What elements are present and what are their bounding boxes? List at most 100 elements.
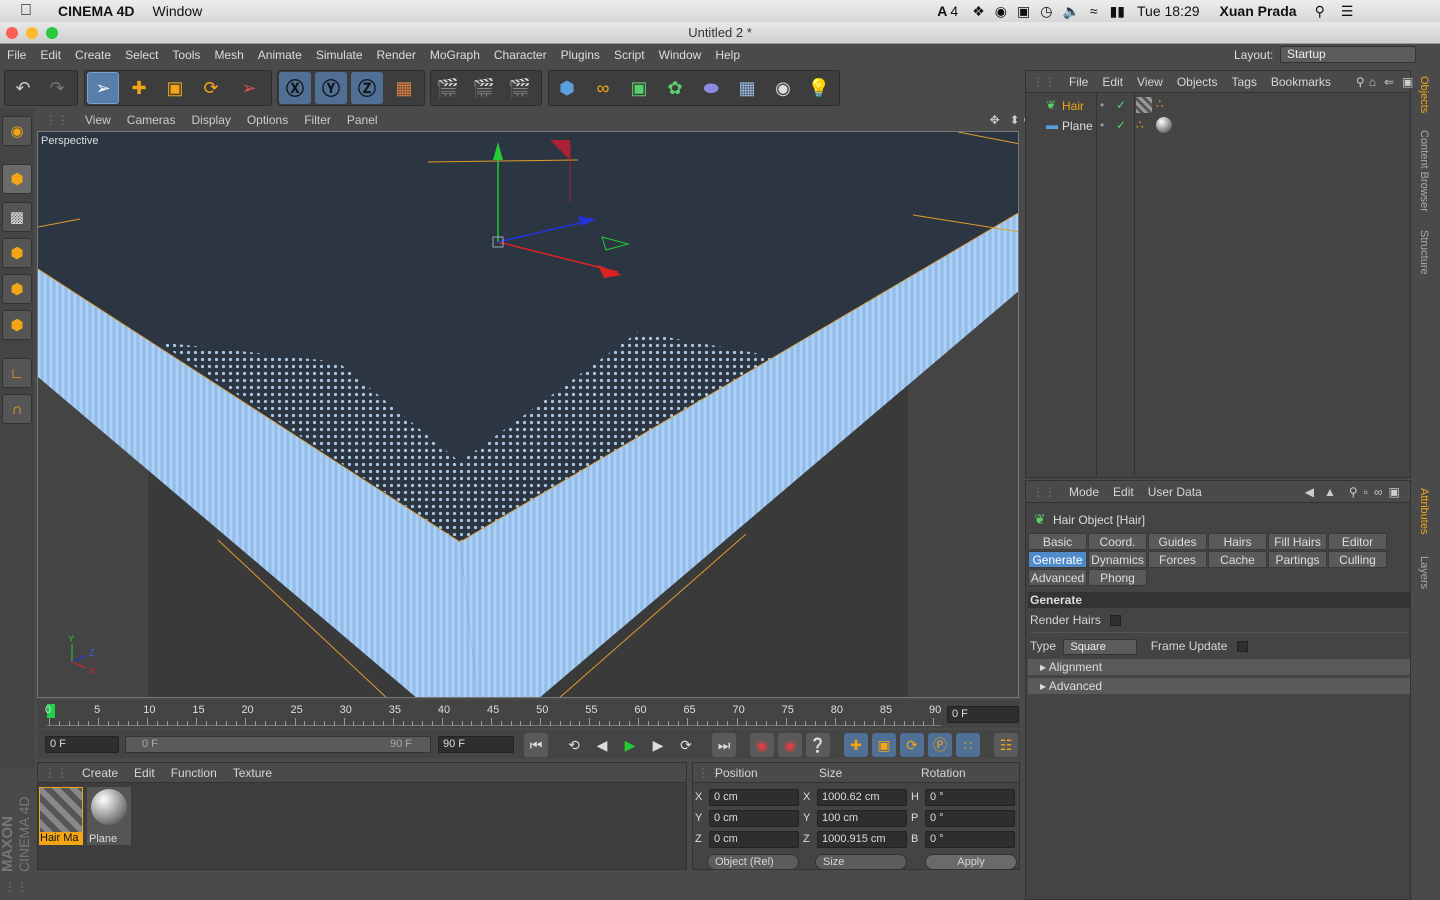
material-menu-texture[interactable]: Texture <box>225 766 280 780</box>
snapping-icon[interactable]: ∩ <box>2 394 32 424</box>
app-name-menu[interactable]: CINEMA 4D <box>58 3 135 19</box>
workplane-icon[interactable]: ∟ <box>2 358 32 388</box>
am-menu-edit[interactable]: Edit <box>1106 485 1141 499</box>
size-field[interactable]: 1000.915 cm <box>817 831 907 848</box>
coordinate-system-icon[interactable]: ▦ <box>388 72 420 104</box>
menu-help[interactable]: Help <box>708 48 747 62</box>
points-mode-icon[interactable]: ⬢ <box>2 238 32 268</box>
redo-icon[interactable]: ↷ <box>41 72 73 104</box>
timeline[interactable]: 0 5 10 15 20 25 30 35 40 45 50 55 60 65 70 75 80 85 90 0 F <box>37 700 1020 728</box>
autokeying-icon[interactable]: ◉ <box>778 733 802 757</box>
plane-uv-tag-icon[interactable]: ∴ <box>1136 118 1144 132</box>
floor-icon[interactable]: ▦ <box>731 72 763 104</box>
plane-enabled-check-icon[interactable]: ✓ <box>1116 118 1126 132</box>
material-menu-create[interactable]: Create <box>74 766 126 780</box>
menu-render[interactable]: Render <box>370 48 423 62</box>
viewport-scene[interactable] <box>38 132 1019 698</box>
menu-animate[interactable]: Animate <box>251 48 309 62</box>
play-icon[interactable]: ▶ <box>618 733 642 757</box>
evernote-icon[interactable]: ◉ <box>995 3 1007 20</box>
start-frame-field[interactable]: 0 F <box>45 736 119 753</box>
keyframe-selection-icon[interactable]: ❔ <box>806 733 830 757</box>
hair-material-tag-icon[interactable] <box>1136 97 1152 113</box>
render-hairs-checkbox[interactable] <box>1110 615 1122 627</box>
rotate-tool-icon[interactable]: ⟳ <box>195 72 227 104</box>
am-new-panel-icon[interactable]: ▣ <box>1386 485 1403 499</box>
move-tool-icon[interactable]: ✚ <box>123 72 155 104</box>
frame-update-checkbox[interactable] <box>1236 641 1248 653</box>
om-back-icon[interactable]: ⇐ <box>1380 75 1398 89</box>
position-field[interactable]: 0 cm <box>709 831 799 848</box>
minimize-window-button[interactable] <box>26 27 38 39</box>
cube-icon[interactable]: ⬢ <box>551 72 583 104</box>
subdivision-surface-icon[interactable]: ▣ <box>623 72 655 104</box>
make-editable-icon[interactable]: ◉ <box>2 116 32 146</box>
volume-icon[interactable]: 🔈 <box>1062 3 1079 20</box>
zoom-window-button[interactable] <box>46 27 58 39</box>
attribute-tab-fill-hairs[interactable]: Fill Hairs <box>1268 533 1327 550</box>
next-key-icon[interactable]: ⟳ <box>674 733 698 757</box>
viewport-menu-cameras[interactable]: Cameras <box>119 113 184 127</box>
scale-tool-icon[interactable]: ▣ <box>159 72 191 104</box>
menu-window[interactable]: Window <box>652 48 709 62</box>
key-scale-icon[interactable]: ▣ <box>872 733 896 757</box>
attribute-tab-phong[interactable]: Phong <box>1088 569 1147 586</box>
menu-script[interactable]: Script <box>607 48 652 62</box>
next-frame-icon[interactable]: ▶ <box>646 733 670 757</box>
layout-dropdown[interactable]: Startup <box>1280 46 1416 63</box>
advanced-subsection[interactable]: ▸ Advanced <box>1028 678 1410 694</box>
dock-tab-content-browser[interactable]: Content Browser <box>1418 130 1430 212</box>
window-menu[interactable]: Window <box>153 3 203 19</box>
rotation-field[interactable]: 0 ° <box>925 831 1015 848</box>
notification-center-icon[interactable]: ☰ <box>1341 3 1354 20</box>
apple-icon[interactable]:  <box>20 2 32 20</box>
material-menu-edit[interactable]: Edit <box>126 766 163 780</box>
type-dropdown[interactable]: Square <box>1063 639 1138 655</box>
menu-plugins[interactable]: Plugins <box>554 48 607 62</box>
frame-range-slider[interactable]: 0 F 90 F <box>125 736 431 753</box>
om-menu-edit[interactable]: Edit <box>1095 75 1130 89</box>
plane-material-tag-icon[interactable] <box>1156 117 1172 133</box>
previous-key-icon[interactable]: ⟲ <box>562 733 586 757</box>
material-plane[interactable]: Plane <box>87 787 131 845</box>
menu-select[interactable]: Select <box>118 48 165 62</box>
size-field[interactable]: 100 cm <box>817 810 907 827</box>
battery-monitor-icon[interactable]: ▣ <box>1017 3 1030 20</box>
viewport-menu-view[interactable]: View <box>77 113 119 127</box>
light-icon[interactable]: 💡 <box>803 72 835 104</box>
key-position-icon[interactable]: ✚ <box>844 733 868 757</box>
spline-pen-icon[interactable]: ∞ <box>587 72 619 104</box>
viewport-menu-display[interactable]: Display <box>183 113 238 127</box>
spotlight-icon[interactable]: ⚲ <box>1315 3 1325 20</box>
om-search-icon[interactable]: ⚲ <box>1356 75 1365 89</box>
menu-create[interactable]: Create <box>68 48 118 62</box>
hair-visibility-dots[interactable]: • <box>1100 98 1104 112</box>
attribute-tab-dynamics[interactable]: Dynamics <box>1088 551 1147 568</box>
clock[interactable]: Tue 18:29 <box>1137 3 1200 19</box>
x-axis-lock-icon[interactable]: Ⓧ <box>279 72 311 104</box>
edges-mode-icon[interactable]: ⬢ <box>2 274 32 304</box>
attribute-tab-basic[interactable]: Basic <box>1028 533 1087 550</box>
go-to-end-icon[interactable]: ⏭ <box>712 733 736 757</box>
viewport-zoom-icon[interactable]: ⬍ <box>1008 113 1022 127</box>
menu-tools[interactable]: Tools <box>165 48 207 62</box>
live-selection-icon[interactable]: ➢ <box>87 72 119 104</box>
go-to-start-icon[interactable]: ⏮ <box>524 733 548 757</box>
hair-enabled-check-icon[interactable]: ✓ <box>1116 98 1126 112</box>
z-axis-lock-icon[interactable]: Ⓩ <box>351 72 383 104</box>
perspective-viewport[interactable]: Perspective Y Z X <box>37 131 1019 698</box>
attribute-tab-generate[interactable]: Generate <box>1028 551 1087 568</box>
viewport-menu-options[interactable]: Options <box>239 113 296 127</box>
am-back-arrow-icon[interactable]: ◀ <box>1305 485 1314 499</box>
om-menu-file[interactable]: File <box>1062 75 1095 89</box>
dock-tab-attributes[interactable]: Attributes <box>1418 488 1430 534</box>
menu-mesh[interactable]: Mesh <box>207 48 250 62</box>
key-parameter-icon[interactable]: Ⓟ <box>928 733 952 757</box>
time-machine-icon[interactable]: ◷ <box>1040 3 1052 20</box>
battery-icon[interactable]: ▮▮ <box>1110 3 1125 20</box>
timeline-window-icon[interactable]: ☷ <box>994 733 1018 757</box>
key-point-level-icon[interactable]: ∷ <box>956 733 980 757</box>
om-menu-bookmarks[interactable]: Bookmarks <box>1264 75 1338 89</box>
attribute-tab-forces[interactable]: Forces <box>1148 551 1207 568</box>
position-field[interactable]: 0 cm <box>709 789 799 806</box>
